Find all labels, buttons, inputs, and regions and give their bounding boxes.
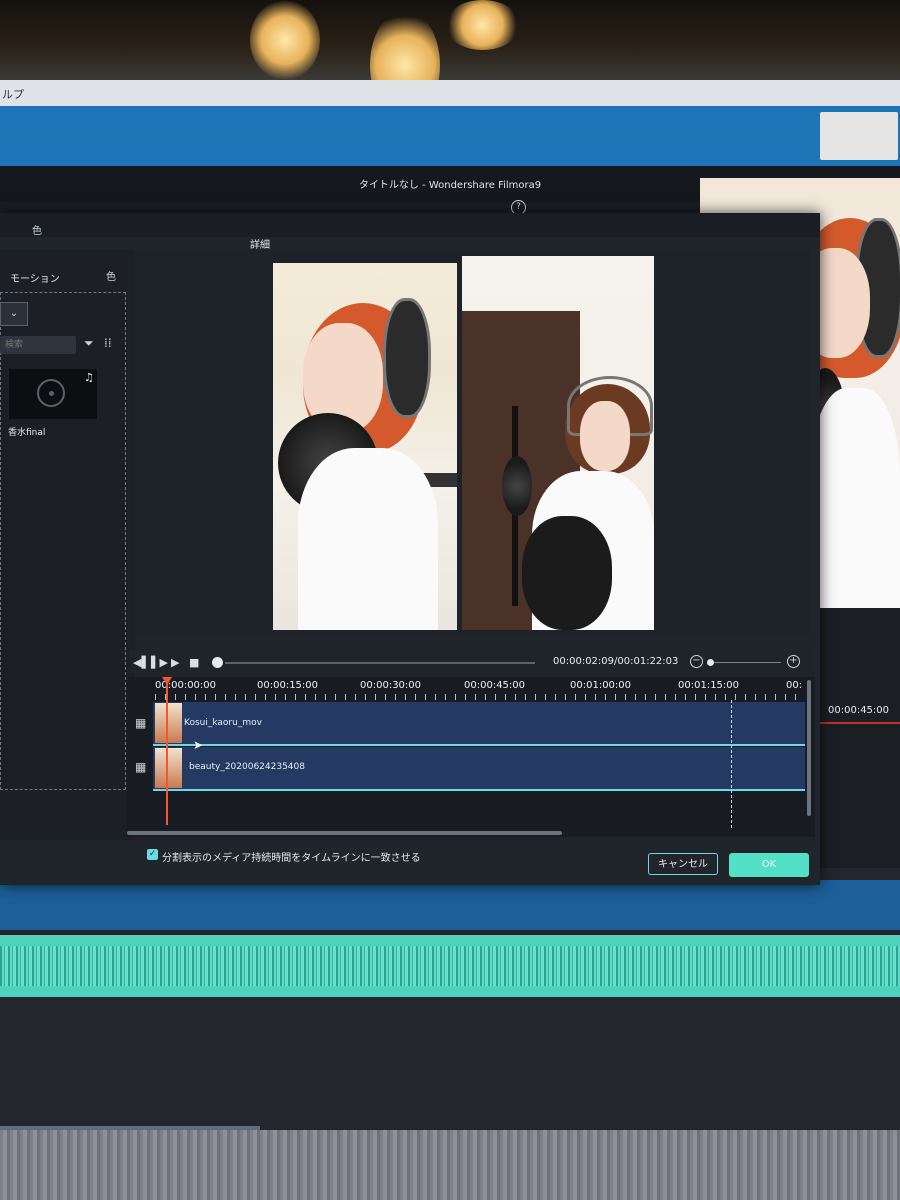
tab-color[interactable]: 色 bbox=[32, 222, 42, 237]
film-strip-icon: ▦ bbox=[135, 760, 147, 774]
menu-help[interactable]: ルプ bbox=[2, 86, 24, 102]
play-forward-icon[interactable]: ▶ bbox=[171, 656, 179, 669]
audio-waveform bbox=[0, 946, 900, 986]
filter-icon[interactable]: ⏷ bbox=[84, 336, 94, 351]
host-menubar: ルプ bbox=[0, 80, 900, 106]
preview-pane-right[interactable] bbox=[462, 256, 654, 630]
ceiling-lamp bbox=[250, 0, 320, 80]
ruler-label: 00: bbox=[786, 680, 803, 691]
grid-view-icon[interactable]: ⁞⁞ bbox=[104, 336, 112, 350]
track-thumbnail bbox=[155, 703, 182, 743]
vertical-scrollbar[interactable] bbox=[807, 680, 811, 816]
match-duration-checkbox[interactable]: ✓ bbox=[147, 849, 158, 860]
stop-icon[interactable]: ■ bbox=[189, 656, 199, 669]
track-thumbnail bbox=[155, 748, 182, 788]
play-icon[interactable]: ▌▶ bbox=[151, 656, 168, 669]
cursor-icon: ➤ bbox=[193, 738, 204, 752]
search-input[interactable] bbox=[0, 336, 76, 354]
host-media-area bbox=[0, 106, 900, 166]
step-back-icon[interactable]: ◀▌ bbox=[133, 656, 150, 669]
scrub-handle[interactable] bbox=[212, 657, 223, 668]
host-media-thumbnail[interactable] bbox=[820, 112, 898, 160]
zoom-in-icon[interactable]: + bbox=[787, 655, 800, 668]
zoom-out-icon[interactable]: − bbox=[690, 655, 703, 668]
end-marker bbox=[731, 700, 732, 828]
media-item-name: 香水final bbox=[8, 428, 46, 438]
chevron-down-icon[interactable]: ⌄ bbox=[0, 302, 28, 326]
music-note-icon: ♫ bbox=[84, 371, 94, 384]
ruler-label: 00:00:45:00 bbox=[464, 680, 526, 691]
ruler-label: 00:00:15:00 bbox=[257, 680, 319, 691]
ruler-ticks bbox=[155, 694, 805, 700]
track-label: Kosui_kaoru_mov bbox=[184, 718, 262, 728]
ruler-label: 00:00:30:00 bbox=[360, 680, 422, 691]
ok-button[interactable]: OK bbox=[729, 853, 809, 877]
media-drop-zone bbox=[0, 292, 126, 790]
tab-motion[interactable]: モーション bbox=[10, 270, 60, 285]
host-video-track[interactable] bbox=[0, 880, 900, 930]
track-label: beauty_20200624235408 bbox=[189, 762, 305, 772]
film-strip-icon: ▦ bbox=[135, 716, 147, 730]
ruler-label: 00:01:00:00 bbox=[570, 680, 632, 691]
ruler-label: 00:01:15:00 bbox=[678, 680, 740, 691]
cancel-button[interactable]: キャンセル bbox=[648, 853, 718, 875]
timecode: 00:00:02:09/00:01:22:03 bbox=[553, 656, 679, 667]
dialog-title: 詳細 bbox=[250, 240, 270, 251]
zoom-slider-handle[interactable] bbox=[707, 659, 714, 666]
host-ruler-label: 00:00:45:00 bbox=[828, 705, 890, 716]
desk-surface bbox=[0, 1130, 900, 1200]
dialog-tab-bar bbox=[0, 213, 820, 237]
scrub-bar[interactable] bbox=[225, 662, 535, 664]
playhead[interactable] bbox=[166, 680, 168, 825]
audio-disc-icon bbox=[37, 379, 65, 407]
ruler-label: 00:00:00:00 bbox=[155, 680, 217, 691]
host-timeline-line bbox=[818, 722, 900, 724]
match-duration-label: 分割表示のメディア持続時間をタイムラインに一致させる bbox=[162, 853, 421, 864]
horizontal-scrollbar[interactable] bbox=[127, 831, 562, 835]
preview-pane-left[interactable] bbox=[273, 263, 457, 630]
tab-color-secondary[interactable]: 色 bbox=[106, 268, 116, 283]
ceiling-lamp bbox=[445, 0, 520, 50]
zoom-slider[interactable] bbox=[713, 662, 781, 663]
